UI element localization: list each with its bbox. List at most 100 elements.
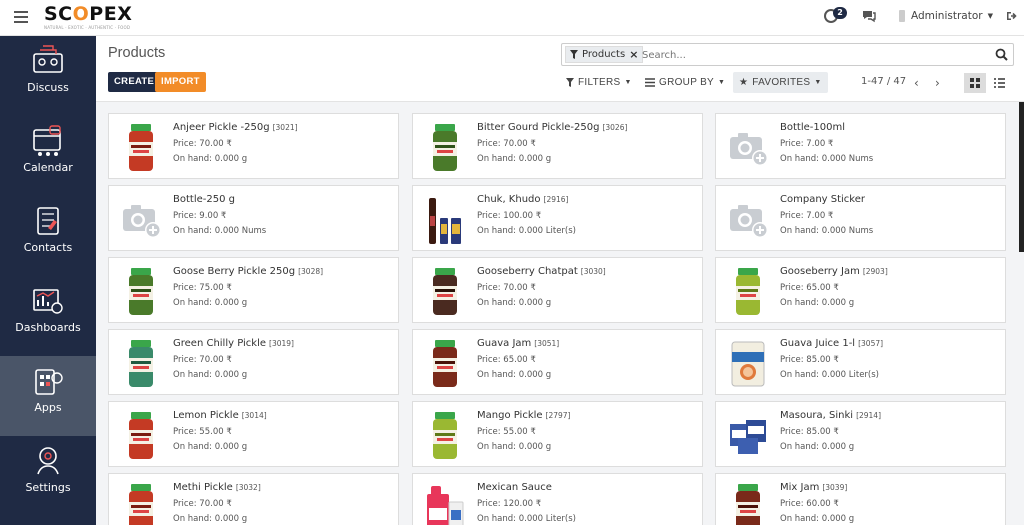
- sidebar-item-label: Dashboards: [15, 321, 81, 334]
- import-button[interactable]: IMPORT: [155, 72, 206, 92]
- sidebar-item-calendar[interactable]: Calendar: [0, 116, 96, 196]
- product-image: [728, 408, 768, 462]
- remove-facet-icon[interactable]: ×: [629, 47, 638, 62]
- product-card[interactable]: Company Sticker Price: 7.00 ₹ On hand: 0.0…: [715, 185, 1006, 251]
- product-name-text: Guava Jam: [477, 338, 532, 349]
- list-view-button[interactable]: [988, 73, 1010, 93]
- product-card[interactable]: Gooseberry Jam [2903] Price: 65.00 ₹ On han…: [715, 257, 1006, 323]
- user-menu[interactable]: Administrator ▼: [898, 10, 993, 22]
- product-onhand: On hand: 0.000 Nums: [780, 154, 874, 164]
- favorites-button[interactable]: ★ FAVORITES ▼: [733, 72, 828, 93]
- product-onhand: On hand: 0.000 Liter(s): [477, 226, 576, 236]
- product-card[interactable]: Green Chilly Pickle [3019] Price: 70.00 ₹ O…: [108, 329, 399, 395]
- product-card[interactable]: Mix Jam [3039] Price: 60.00 ₹ On hand: 0.00…: [715, 473, 1006, 525]
- pager-value[interactable]: 1-47 / 47: [861, 76, 906, 87]
- product-card[interactable]: Bitter Gourd Pickle-250g [3026] Price: 70.…: [412, 113, 703, 179]
- product-name-text: Gooseberry Chatpat: [477, 266, 578, 277]
- product-onhand: On hand: 0.000 g: [477, 370, 552, 380]
- product-name: Gooseberry Jam [2903]: [780, 266, 888, 277]
- product-card[interactable]: Gooseberry Chatpat [3030] Price: 70.00 ₹ On…: [412, 257, 703, 323]
- product-card[interactable]: Mango Pickle [2797] Price: 55.00 ₹ On hand:…: [412, 401, 703, 467]
- search-icon[interactable]: [995, 48, 1008, 61]
- product-code: [2914]: [856, 411, 882, 420]
- chat-icon[interactable]: [861, 9, 877, 23]
- product-onhand: On hand: 0.000 g: [477, 154, 552, 164]
- product-name-text: Chuk, Khudo: [477, 194, 541, 205]
- product-card[interactable]: Anjeer Pickle -250g [3021] Price: 70.00 ₹ O…: [108, 113, 399, 179]
- create-button[interactable]: CREATE: [108, 72, 161, 92]
- product-name: Bitter Gourd Pickle-250g [3026]: [477, 122, 627, 133]
- product-card[interactable]: Bottle-250 g Price: 9.00 ₹ On hand: 0.000 …: [108, 185, 399, 251]
- product-name-text: Lemon Pickle: [173, 410, 239, 421]
- product-price: Price: 55.00 ₹: [477, 427, 536, 437]
- product-name: Gooseberry Chatpat [3030]: [477, 266, 606, 277]
- pager-previous-icon[interactable]: ‹: [914, 76, 919, 90]
- calendar-icon: [33, 125, 61, 156]
- product-price: Price: 7.00 ₹: [780, 139, 834, 149]
- user-avatar-icon: [899, 10, 905, 22]
- product-name-text: Bottle-100ml: [780, 122, 845, 133]
- product-onhand: On hand: 0.000 Liter(s): [477, 514, 576, 524]
- product-name-text: Mix Jam: [780, 482, 820, 493]
- product-price: Price: 100.00 ₹: [477, 211, 542, 221]
- product-code: [3021]: [272, 123, 298, 132]
- product-onhand: On hand: 0.000 g: [780, 514, 855, 524]
- product-card[interactable]: Chuk, Khudo [2916] Price: 100.00 ₹ On hand:…: [412, 185, 703, 251]
- product-name-text: Bitter Gourd Pickle-250g: [477, 122, 600, 133]
- company-logo[interactable]: SCOPEX: [44, 3, 132, 25]
- product-name-text: Bottle-250 g: [173, 194, 235, 205]
- product-code: [2916]: [543, 195, 569, 204]
- product-price: Price: 75.00 ₹: [173, 283, 232, 293]
- menu-toggle-icon[interactable]: [14, 11, 28, 23]
- product-name: Green Chilly Pickle [3019]: [173, 338, 294, 349]
- product-price: Price: 65.00 ₹: [780, 283, 839, 293]
- product-code: [3039]: [822, 483, 848, 492]
- product-card[interactable]: Guava Juice 1-l [3057] Price: 85.00 ₹ On ha…: [715, 329, 1006, 395]
- product-code: [3028]: [298, 267, 324, 276]
- sidebar-item-discuss[interactable]: Discuss: [0, 36, 96, 116]
- product-card[interactable]: Methi Pickle [3032] Price: 70.00 ₹ On hand:…: [108, 473, 399, 525]
- product-price: Price: 9.00 ₹: [173, 211, 227, 221]
- list-icon: [993, 78, 1005, 88]
- logout-icon[interactable]: [1006, 10, 1018, 22]
- groupby-button[interactable]: GROUP BY ▼: [645, 72, 725, 93]
- control-panel: Products CREATE IMPORT Products × FILTER…: [96, 36, 1024, 102]
- top-navbar: SCOPEX NATURAL · EXOTIC · AUTHENTIC · FO…: [0, 0, 1024, 36]
- product-image: [121, 480, 161, 525]
- product-name-text: Mango Pickle: [477, 410, 543, 421]
- filter-icon: [566, 78, 574, 87]
- caret-down-icon: ▼: [624, 79, 632, 86]
- product-card[interactable]: Masoura, Sinki [2914] Price: 85.00 ₹ On han…: [715, 401, 1006, 467]
- kanban-view-button[interactable]: [964, 73, 986, 93]
- product-name-text: Company Sticker: [780, 194, 865, 205]
- product-onhand: On hand: 0.000 g: [173, 442, 248, 452]
- product-name: Guava Jam [3051]: [477, 338, 559, 349]
- product-image: [425, 408, 465, 462]
- product-name-text: Mexican Sauce: [477, 482, 552, 493]
- product-price: Price: 55.00 ₹: [173, 427, 232, 437]
- product-onhand: On hand: 0.000 g: [780, 442, 855, 452]
- product-price: Price: 70.00 ₹: [173, 499, 232, 509]
- pager-next-icon[interactable]: ›: [935, 76, 940, 90]
- product-name-text: Goose Berry Pickle 250g: [173, 266, 296, 277]
- page-title: Products: [108, 45, 166, 61]
- sidebar-item-apps[interactable]: Apps: [0, 356, 96, 436]
- product-name: Bottle-100ml: [780, 122, 848, 133]
- product-name: Mango Pickle [2797]: [477, 410, 571, 421]
- product-card[interactable]: Goose Berry Pickle 250g [3028] Price: 75.0…: [108, 257, 399, 323]
- filters-button[interactable]: FILTERS ▼: [566, 72, 632, 93]
- filter-icon: [570, 50, 578, 59]
- product-card[interactable]: Bottle-100ml Price: 7.00 ₹ On hand: 0.000 …: [715, 113, 1006, 179]
- scrollbar[interactable]: [1019, 102, 1024, 252]
- product-card[interactable]: Lemon Pickle [3014] Price: 55.00 ₹ On hand:…: [108, 401, 399, 467]
- product-card[interactable]: Guava Jam [3051] Price: 65.00 ₹ On hand: 0.…: [412, 329, 703, 395]
- sidebar-item-contacts[interactable]: Contacts: [0, 196, 96, 276]
- bars-icon: [645, 78, 655, 87]
- search-input[interactable]: [642, 47, 982, 63]
- product-image: [425, 336, 465, 390]
- product-name-text: Green Chilly Pickle: [173, 338, 267, 349]
- product-image: [728, 264, 768, 318]
- sidebar-item-settings[interactable]: Settings: [0, 436, 96, 516]
- product-card[interactable]: Mexican Sauce Price: 120.00 ₹ On hand: 0.0…: [412, 473, 703, 525]
- sidebar-item-dashboards[interactable]: Dashboards: [0, 276, 96, 356]
